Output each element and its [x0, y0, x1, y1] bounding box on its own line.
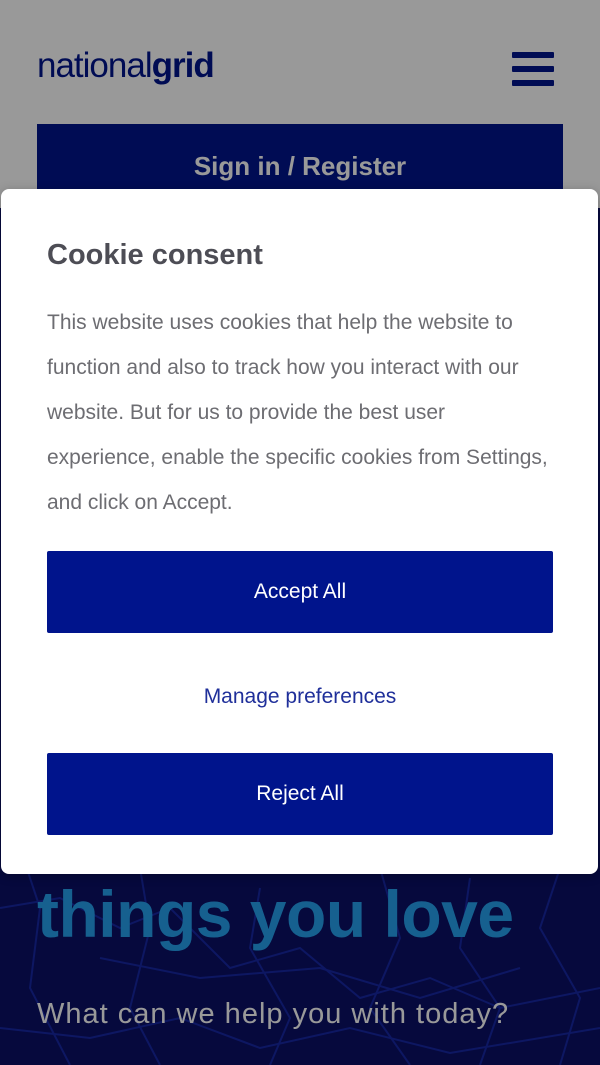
- reject-all-button[interactable]: Reject All: [47, 753, 553, 835]
- accept-all-button[interactable]: Accept All: [47, 551, 553, 633]
- manage-preferences-link[interactable]: Manage preferences: [47, 679, 553, 715]
- cookie-consent-dialog: Cookie consent This website uses cookies…: [1, 189, 598, 874]
- cookie-consent-title: Cookie consent: [47, 239, 263, 271]
- cookie-consent-description: This website uses cookies that help the …: [47, 311, 548, 514]
